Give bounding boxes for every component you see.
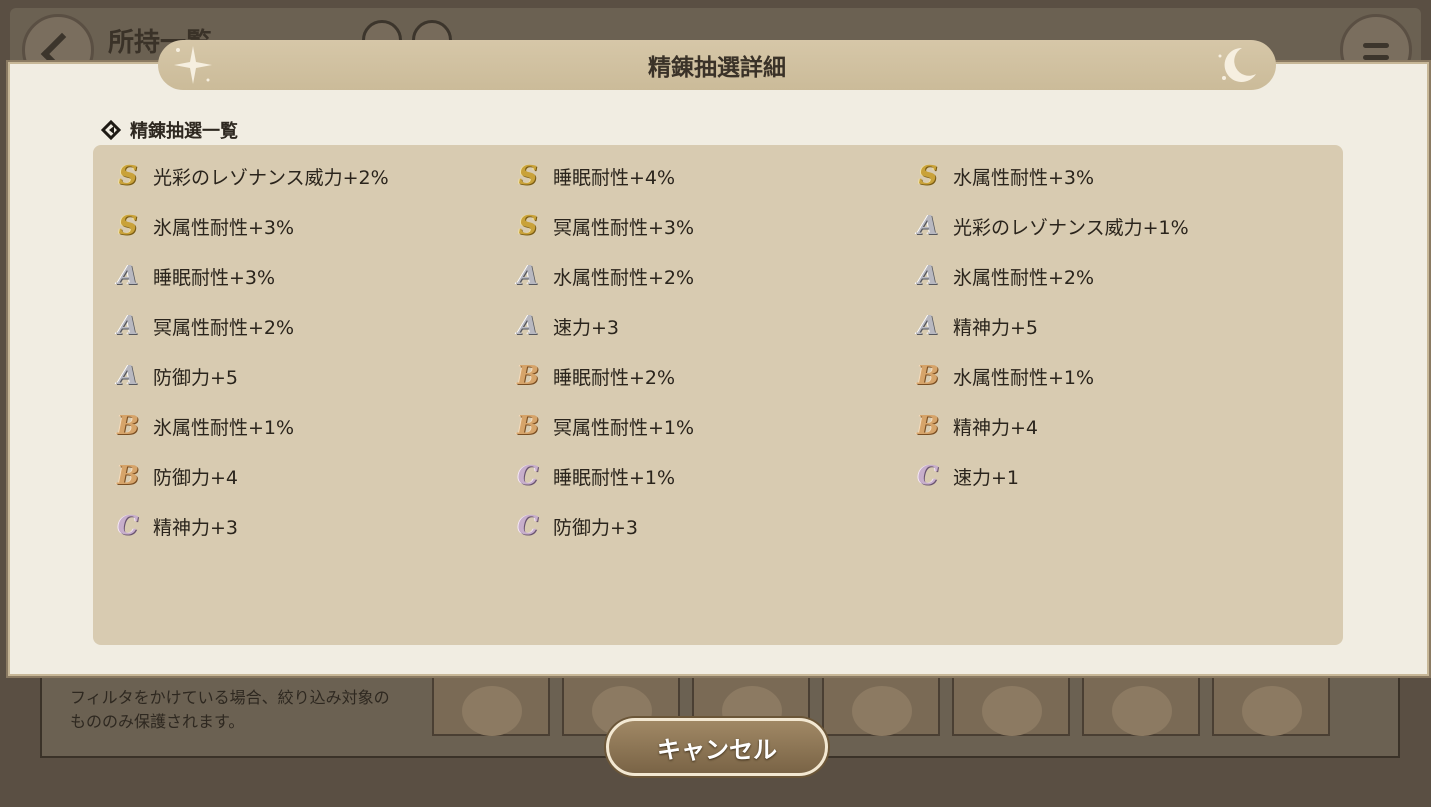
refine-entry-label: 精神力+5 bbox=[953, 316, 1039, 339]
rank-s-icon: S bbox=[918, 161, 938, 191]
refine-entry: A 水属性耐性+2% bbox=[515, 261, 915, 291]
refine-entry-label: 光彩のレゾナンス威力+2% bbox=[153, 166, 389, 189]
refine-entry-label: 氷属性耐性+2% bbox=[953, 266, 1095, 289]
refine-entry: B 冥属性耐性+1% bbox=[515, 411, 915, 441]
background-card-thumbnail bbox=[432, 676, 550, 736]
crescent-moon-icon bbox=[1218, 47, 1256, 82]
refine-entry: B 防御力+4 bbox=[115, 461, 515, 491]
refine-entry: A 光彩のレゾナンス威力+1% bbox=[915, 211, 1315, 241]
refine-entry: A 速力+3 bbox=[515, 311, 915, 341]
refine-entry-label: 睡眠耐性+4% bbox=[553, 166, 676, 189]
background-card-thumbnail bbox=[952, 676, 1070, 736]
rank-b-icon: B bbox=[117, 461, 139, 491]
refine-entry: B 氷属性耐性+1% bbox=[115, 411, 515, 441]
refine-entry-label: 防御力+4 bbox=[153, 466, 239, 489]
refine-entry-label: 速力+3 bbox=[553, 316, 620, 339]
refine-list-panel: S 光彩のレゾナンス威力+2% S 睡眠耐性+4% S 水属性耐性+3% S 氷属性耐性+3%… bbox=[93, 145, 1343, 645]
refine-entry-label: 氷属性耐性+1% bbox=[153, 416, 295, 439]
dialog-header: 精錬抽選詳細 bbox=[158, 40, 1276, 90]
refine-entry-label: 防御力+3 bbox=[553, 516, 639, 539]
rank-b-icon: B bbox=[517, 361, 539, 391]
cancel-button[interactable]: キャンセル bbox=[606, 718, 828, 776]
refine-entry-label: 精神力+4 bbox=[953, 416, 1039, 439]
refine-entry-label: 睡眠耐性+1% bbox=[553, 466, 676, 489]
refine-entry: A 冥属性耐性+2% bbox=[115, 311, 515, 341]
refine-entry: S 睡眠耐性+4% bbox=[515, 161, 915, 191]
rank-c-icon: C bbox=[917, 461, 939, 491]
background-card-thumbnail bbox=[1082, 676, 1200, 736]
refine-entry: A 睡眠耐性+3% bbox=[115, 261, 515, 291]
refine-entry: A 精神力+5 bbox=[915, 311, 1315, 341]
refine-entry-label: 水属性耐性+2% bbox=[553, 266, 695, 289]
rank-a-icon: A bbox=[917, 211, 939, 241]
refine-entry: S 氷属性耐性+3% bbox=[115, 211, 515, 241]
refine-entry: B 精神力+4 bbox=[915, 411, 1315, 441]
rank-a-icon: A bbox=[117, 361, 139, 391]
rank-s-icon: S bbox=[118, 161, 138, 191]
rank-s-icon: S bbox=[118, 211, 138, 241]
refine-entry-label: 睡眠耐性+3% bbox=[153, 266, 276, 289]
refine-entry: B 睡眠耐性+2% bbox=[515, 361, 915, 391]
refine-entry: B 水属性耐性+1% bbox=[915, 361, 1315, 391]
dialog-title: 精錬抽選詳細 bbox=[648, 55, 786, 81]
rank-a-icon: A bbox=[917, 261, 939, 291]
section-heading-label: 精錬抽選一覧 bbox=[130, 121, 238, 142]
rank-a-icon: A bbox=[917, 311, 939, 341]
refine-entry: C 睡眠耐性+1% bbox=[515, 461, 915, 491]
section-heading: 精錬抽選一覧 bbox=[100, 118, 238, 142]
refine-entry: S 光彩のレゾナンス威力+2% bbox=[115, 161, 515, 191]
rank-b-icon: B bbox=[917, 361, 939, 391]
rank-a-icon: A bbox=[117, 311, 139, 341]
sparkle-star-icon bbox=[174, 46, 212, 84]
rank-c-icon: C bbox=[117, 511, 139, 541]
refine-entry: S 水属性耐性+3% bbox=[915, 161, 1315, 191]
refine-entry-label: 精神力+3 bbox=[153, 516, 239, 539]
refine-list-grid: S 光彩のレゾナンス威力+2% S 睡眠耐性+4% S 水属性耐性+3% S 氷属性耐性+3%… bbox=[115, 161, 1325, 561]
rank-b-icon: B bbox=[917, 411, 939, 441]
refine-entry-label: 水属性耐性+1% bbox=[953, 366, 1095, 389]
rank-a-icon: A bbox=[517, 311, 539, 341]
refine-entry: C 精神力+3 bbox=[115, 511, 515, 541]
refine-entry-label: 速力+1 bbox=[953, 466, 1020, 489]
refine-entry-label: 光彩のレゾナンス威力+1% bbox=[953, 216, 1189, 239]
diamond-arrow-icon bbox=[100, 119, 122, 141]
refine-entry: A 氷属性耐性+2% bbox=[915, 261, 1315, 291]
rank-b-icon: B bbox=[117, 411, 139, 441]
background-filter-note: フィルタをかけている場合、絞り込み対象のもののみ保護されます。 bbox=[70, 688, 390, 731]
rank-c-icon: C bbox=[517, 461, 539, 491]
rank-s-icon: S bbox=[518, 161, 538, 191]
refine-entry-label: 冥属性耐性+2% bbox=[153, 316, 295, 339]
refine-entry: S 冥属性耐性+3% bbox=[515, 211, 915, 241]
refine-entry-label: 氷属性耐性+3% bbox=[153, 216, 295, 239]
refine-entry-label: 防御力+5 bbox=[153, 366, 239, 389]
rank-a-icon: A bbox=[117, 261, 139, 291]
rank-s-icon: S bbox=[518, 211, 538, 241]
rank-b-icon: B bbox=[517, 411, 539, 441]
background-card-thumbnail bbox=[822, 676, 940, 736]
refine-entry-label: 冥属性耐性+1% bbox=[553, 416, 695, 439]
background-card-thumbnail bbox=[1212, 676, 1330, 736]
refine-entry-label: 水属性耐性+3% bbox=[953, 166, 1095, 189]
rank-a-icon: A bbox=[517, 261, 539, 291]
rank-c-icon: C bbox=[517, 511, 539, 541]
refine-entry: A 防御力+5 bbox=[115, 361, 515, 391]
refine-entry: C 速力+1 bbox=[915, 461, 1315, 491]
refine-entry-label: 冥属性耐性+3% bbox=[553, 216, 695, 239]
refine-entry-label: 睡眠耐性+2% bbox=[553, 366, 676, 389]
refine-entry: C 防御力+3 bbox=[515, 511, 915, 541]
